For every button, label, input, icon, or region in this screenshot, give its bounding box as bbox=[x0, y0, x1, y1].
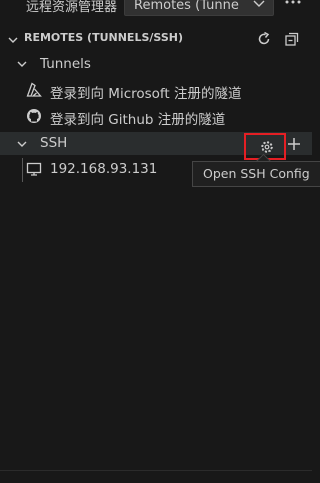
github-icon bbox=[27, 109, 41, 123]
tree-item-ssh[interactable]: SSH bbox=[0, 132, 312, 160]
chevron-down-icon bbox=[253, 0, 265, 7]
refresh-icon[interactable] bbox=[255, 30, 273, 48]
tunnel-login-github-label: 登录到向 Github 注册的隧道 bbox=[50, 112, 226, 128]
tunnels-label: Tunnels bbox=[40, 56, 91, 72]
view-title-bar: 远程资源管理器 Remotes (Tunne bbox=[0, 0, 312, 20]
ellipsis-icon[interactable] bbox=[283, 0, 303, 13]
section-title: REMOTES (TUNNELS/SSH) bbox=[24, 31, 183, 44]
remote-type-select-value: Remotes (Tunne bbox=[134, 0, 239, 13]
tree-item-tunnels[interactable]: Tunnels bbox=[0, 53, 312, 75]
remotes-section-header[interactable]: REMOTES (TUNNELS/SSH) bbox=[0, 25, 312, 53]
tunnel-login-github[interactable]: 登录到向 Github 注册的隧道 bbox=[0, 105, 312, 128]
gear-icon bbox=[261, 141, 273, 153]
panel-divider bbox=[0, 470, 312, 471]
ssh-host-label: 192.168.93.131 bbox=[50, 161, 158, 177]
tunnel-login-microsoft-label: 登录到向 Microsoft 注册的隧道 bbox=[50, 86, 242, 102]
view-title: 远程资源管理器 bbox=[26, 0, 118, 15]
tooltip-text: Open SSH Config bbox=[203, 166, 310, 181]
chevron-down-icon bbox=[17, 61, 27, 67]
plus-icon[interactable] bbox=[286, 136, 302, 152]
monitor-icon bbox=[26, 162, 42, 176]
ssh-label: SSH bbox=[40, 135, 68, 151]
tunnel-login-microsoft[interactable]: 登录到向 Microsoft 注册的隧道 bbox=[0, 79, 312, 102]
azure-icon bbox=[26, 82, 42, 97]
chevron-down-icon bbox=[8, 37, 18, 43]
chevron-down-icon bbox=[17, 141, 27, 147]
collapse-all-icon[interactable] bbox=[283, 30, 301, 48]
tooltip: Open SSH Config bbox=[192, 161, 320, 187]
remote-type-select[interactable]: Remotes (Tunne bbox=[124, 0, 274, 16]
